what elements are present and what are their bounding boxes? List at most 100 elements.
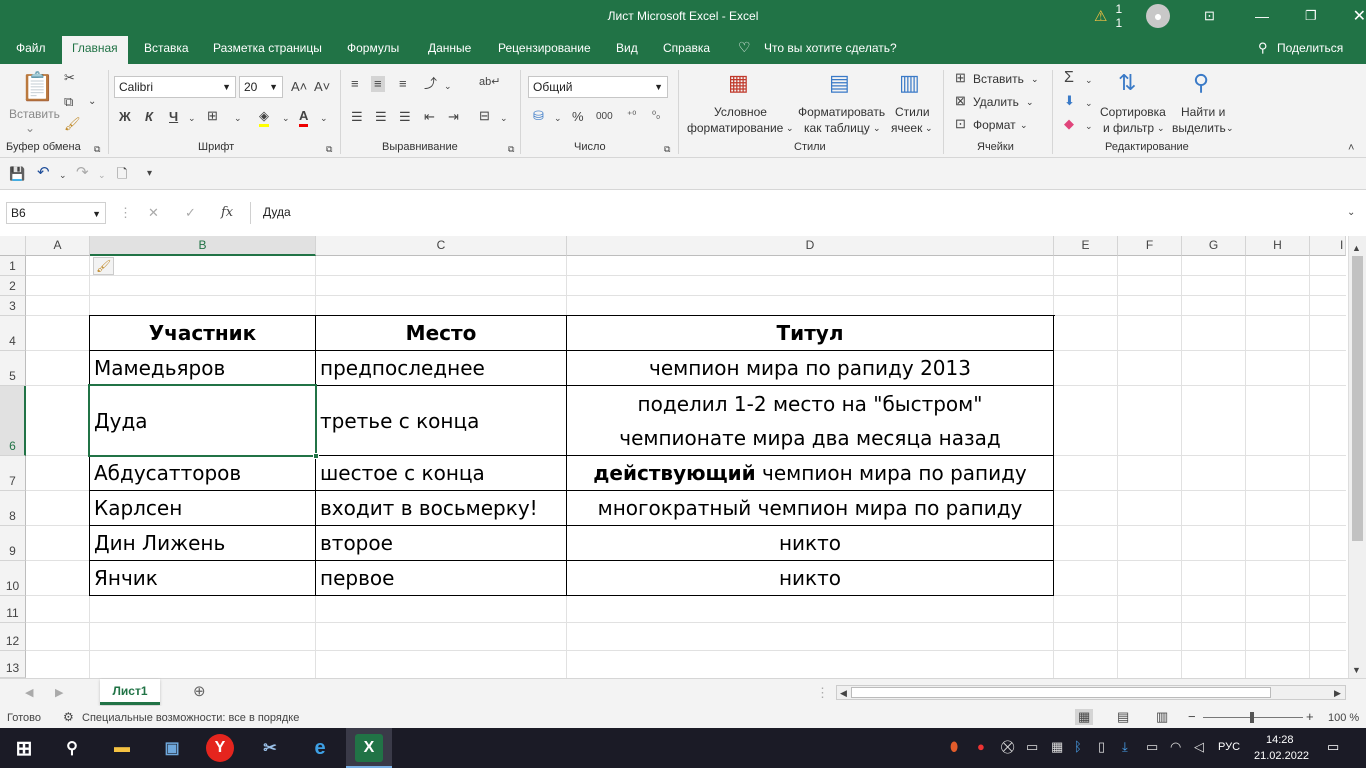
wrap-text-icon[interactable]: ab↵ — [479, 74, 500, 90]
clock-time[interactable]: 14:28 — [1266, 732, 1294, 748]
wifi-icon[interactable]: ◠ — [1170, 739, 1181, 755]
zoom-slider-thumb[interactable] — [1250, 712, 1254, 723]
italic-button[interactable]: К — [145, 109, 153, 125]
header-title[interactable]: Титул — [567, 316, 1054, 351]
cell-styles-line1[interactable]: Стили — [895, 104, 930, 120]
orientation-icon[interactable]: ⤴ — [424, 76, 437, 92]
alignment-launcher-icon[interactable]: ⧉ — [508, 141, 514, 157]
underline-button[interactable]: Ч — [169, 109, 178, 125]
worksheet-grid[interactable]: A B C D E F G H I 1 2 3 4 5 6 7 8 9 10 1… — [0, 236, 1366, 678]
collapse-ribbon-icon[interactable]: ˄ — [1348, 140, 1354, 156]
cell-place[interactable]: входит в восьмерку! — [316, 491, 567, 526]
row-header-11[interactable]: 11 — [0, 596, 26, 623]
sort-filter-line2[interactable]: и фильтр — [1103, 120, 1154, 136]
number-format-select[interactable]: Общий ▼ — [528, 76, 668, 98]
sort-filter-line1[interactable]: Сортировка — [1100, 104, 1166, 120]
format-dropdown-icon[interactable]: ⌄ — [1020, 117, 1028, 133]
find-select-line2[interactable]: выделить — [1172, 120, 1226, 136]
header-participant[interactable]: Участник — [90, 316, 316, 351]
snipping-tool-icon[interactable]: ✂ — [256, 734, 284, 762]
cell-participant[interactable]: Абдусатторов — [90, 456, 316, 491]
cut-icon[interactable]: ✂ — [64, 70, 75, 86]
cell-title[interactable]: никто — [567, 561, 1054, 596]
prev-sheet-icon[interactable]: ◀ — [25, 685, 33, 701]
tab-page-layout[interactable]: Разметка страницы — [213, 41, 322, 55]
clock-date[interactable]: 21.02.2022 — [1254, 748, 1309, 764]
customize-qat-icon[interactable]: ▾ — [147, 166, 152, 182]
excel-taskbar-active[interactable]: X — [346, 728, 392, 768]
windows-start-icon[interactable]: ⊞ — [10, 734, 38, 762]
clipboard-launcher-icon[interactable]: ⧉ — [94, 141, 100, 157]
format-cells-button[interactable]: Формат — [973, 117, 1016, 133]
format-painter-icon[interactable]: 🖌 — [64, 116, 81, 132]
row-header-13[interactable]: 13 — [0, 651, 26, 678]
number-launcher-icon[interactable]: ⧉ — [664, 141, 670, 157]
column-header-e[interactable]: E — [1054, 236, 1118, 256]
redo-icon[interactable]: ↷ — [76, 165, 89, 181]
sheet-tab-active[interactable]: Лист1 — [100, 679, 160, 705]
cell-participant[interactable]: Мамедьяров — [90, 351, 316, 386]
next-sheet-icon[interactable]: ▶ — [55, 685, 63, 701]
row-header-12[interactable]: 12 — [0, 623, 26, 651]
yandex-browser-icon[interactable]: Y — [206, 734, 234, 762]
account-avatar-icon[interactable]: ● — [1146, 4, 1171, 28]
select-all-corner[interactable] — [0, 236, 26, 256]
computer-icon[interactable]: ▣ — [158, 734, 186, 762]
column-header-c[interactable]: C — [316, 236, 567, 256]
merge-dropdown-icon[interactable]: ⌄ — [500, 110, 508, 126]
scroll-left-icon[interactable]: ◀ — [840, 685, 847, 701]
search-icon[interactable]: ⚲ — [58, 734, 86, 762]
scroll-up-icon[interactable]: ▲ — [1352, 240, 1361, 256]
tell-me-search[interactable]: Что вы хотите сделать? — [764, 41, 897, 55]
cell-place[interactable]: шестое с конца — [316, 456, 567, 491]
battery-icon[interactable]: ▭ — [1146, 739, 1158, 755]
cell-title[interactable]: поделил 1-2 место на "быстром" чемпионат… — [567, 386, 1054, 456]
font-color-icon[interactable]: A — [299, 108, 309, 127]
font-launcher-icon[interactable]: ⧉ — [326, 141, 332, 157]
cell-place[interactable]: второе — [316, 526, 567, 561]
tab-home[interactable]: Главная — [62, 36, 128, 64]
tab-formulas[interactable]: Формулы — [347, 41, 399, 55]
zoom-level[interactable]: 100 % — [1328, 710, 1359, 726]
restore-icon[interactable]: ❐ — [1305, 8, 1317, 24]
cell-styles-icon[interactable]: ▥ — [899, 70, 920, 96]
row-header-5[interactable]: 5 — [0, 351, 26, 386]
insert-cells-button[interactable]: Вставить — [973, 71, 1024, 87]
cell-styles-dropdown-icon[interactable]: ⌄ — [925, 120, 933, 136]
cell-participant[interactable]: Карлсен — [90, 491, 316, 526]
column-header-i[interactable]: I — [1310, 236, 1346, 256]
tray-display-icon[interactable]: ▭ — [1026, 739, 1038, 755]
cell-title[interactable]: никто — [567, 526, 1054, 561]
column-header-a[interactable]: A — [26, 236, 90, 256]
thousands-button[interactable]: 000 — [596, 109, 613, 125]
share-button[interactable]: Поделиться — [1277, 41, 1343, 55]
paste-dropdown-icon[interactable]: ⌄ — [25, 120, 35, 136]
fill-color-icon[interactable]: ◈ — [259, 108, 269, 127]
row-header-6[interactable]: 6 — [0, 386, 26, 456]
usb-icon[interactable]: ▯ — [1098, 739, 1105, 755]
cell-styles-line2[interactable]: ячеек — [891, 120, 922, 136]
new-file-icon[interactable]: 🗋 — [117, 166, 127, 182]
page-break-view-icon[interactable]: ▥ — [1156, 709, 1168, 725]
fill-down-icon[interactable]: ⬇ — [1064, 93, 1075, 109]
tray-grid-icon[interactable]: ▦ — [1051, 739, 1063, 755]
decrease-decimal-icon[interactable]: ⁰₀ — [652, 108, 660, 124]
tray-network-icon[interactable]: ⛒ — [1001, 739, 1014, 755]
sort-filter-icon[interactable]: ⇅ — [1118, 70, 1136, 96]
currency-icon[interactable]: ⛁ — [533, 108, 544, 124]
fill-dropdown-icon[interactable]: ⌄ — [282, 110, 290, 126]
find-select-line1[interactable]: Найти и — [1181, 104, 1225, 120]
tray-app-icon[interactable]: ⬮ — [950, 739, 958, 755]
increase-font-icon[interactable]: A˄ — [291, 79, 307, 95]
minimize-icon[interactable]: — — [1255, 8, 1269, 24]
copy-dropdown-icon[interactable]: ⌄ — [88, 94, 96, 110]
bluetooth-icon[interactable]: ᛒ — [1074, 739, 1082, 755]
row-header-3[interactable]: 3 — [0, 296, 26, 316]
cell-place[interactable]: третье с конца — [316, 386, 567, 456]
cell-title[interactable]: многократный чемпион мира по рапиду — [567, 491, 1054, 526]
zoom-in-icon[interactable]: + — [1306, 709, 1314, 725]
tray-arrow-icon[interactable]: ⤓ — [1122, 739, 1128, 755]
format-as-table-line1[interactable]: Форматировать — [798, 104, 885, 120]
ribbon-display-icon[interactable]: ⊡ — [1204, 8, 1215, 24]
currency-dropdown-icon[interactable]: ⌄ — [554, 110, 562, 126]
